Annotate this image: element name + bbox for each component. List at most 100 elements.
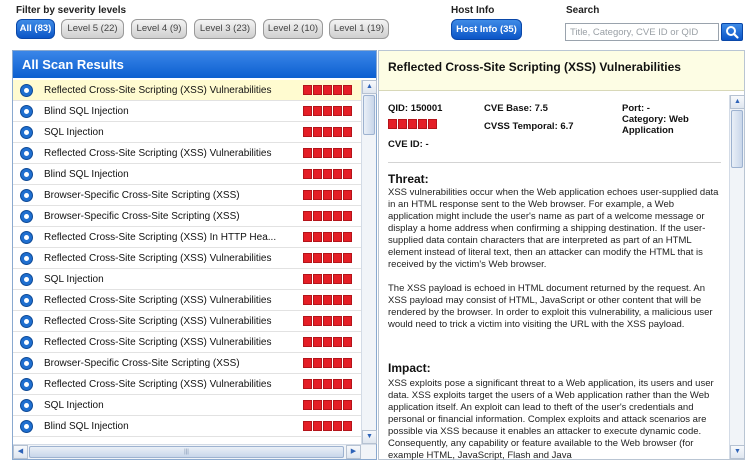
list-item-title: Browser-Specific Cross-Site Scripting (X…: [44, 211, 240, 222]
severity-indicator: [303, 85, 353, 95]
list-item[interactable]: Blind SQL Injection: [13, 164, 361, 185]
vulnerability-icon: [20, 315, 33, 328]
filter-level-4-button[interactable]: Level 4 (9): [131, 19, 187, 39]
list-item[interactable]: SQL Injection: [13, 122, 361, 143]
detail-divider: [388, 162, 721, 163]
threat-heading: Threat:: [388, 172, 429, 186]
list-item[interactable]: Reflected Cross-Site Scripting (XSS) Vul…: [13, 311, 361, 332]
detail-content: QID: 150001 CVE ID: - CVE Base: 7.5 CVSS…: [379, 95, 729, 461]
severity-box: [333, 400, 342, 410]
severity-box: [303, 400, 312, 410]
severity-box: [313, 127, 322, 137]
cve-base-value: CVE Base: 7.5: [484, 103, 548, 114]
severity-box: [313, 169, 322, 179]
filter-all-button[interactable]: All (83): [16, 19, 55, 39]
list-item[interactable]: Browser-Specific Cross-Site Scripting (X…: [13, 353, 361, 374]
severity-box: [303, 85, 312, 95]
search-button[interactable]: [721, 23, 743, 41]
severity-box: [333, 232, 342, 242]
vulnerability-icon: [20, 126, 33, 139]
severity-box: [333, 169, 342, 179]
list-item[interactable]: Reflected Cross-Site Scripting (XSS) Vul…: [13, 290, 361, 311]
list-item[interactable]: Blind SQL Injection: [13, 416, 361, 437]
severity-box: [333, 295, 342, 305]
filter-level-2-button[interactable]: Level 2 (10): [263, 19, 323, 39]
host-info-button[interactable]: Host Info (35): [451, 19, 522, 40]
detail-scroll-thumb[interactable]: [731, 110, 743, 168]
severity-indicator: [303, 295, 353, 305]
list-item[interactable]: Browser-Specific Cross-Site Scripting (X…: [13, 206, 361, 227]
category-value: Category: Web Application: [622, 114, 689, 136]
vulnerability-detail-panel: Reflected Cross-Site Scripting (XSS) Vul…: [378, 50, 745, 461]
severity-box: [333, 106, 342, 116]
severity-indicator: [303, 421, 353, 431]
severity-box: [333, 358, 342, 368]
severity-box: [333, 337, 342, 347]
scroll-down-icon[interactable]: ▼: [730, 445, 745, 459]
severity-box: [323, 274, 332, 284]
severity-box: [303, 253, 312, 263]
list-item[interactable]: Reflected Cross-Site Scripting (XSS) Vul…: [13, 374, 361, 395]
impact-paragraph-1: XSS exploits pose a significant threat t…: [388, 378, 714, 461]
severity-indicator: [303, 358, 353, 368]
results-scroll-thumb[interactable]: [363, 95, 375, 135]
scroll-right-icon[interactable]: ▶: [346, 445, 361, 459]
severity-box: [313, 316, 322, 326]
severity-indicator: [303, 106, 353, 116]
list-item[interactable]: Reflected Cross-Site Scripting (XSS) Vul…: [13, 143, 361, 164]
host-info-label: Host Info: [451, 5, 495, 16]
severity-box: [313, 211, 322, 221]
vulnerability-icon: [20, 357, 33, 370]
severity-box: [333, 148, 342, 158]
scroll-down-icon[interactable]: ▼: [362, 430, 377, 444]
severity-box: [313, 400, 322, 410]
top-toolbar: Filter by severity levels All (83) Level…: [0, 0, 756, 44]
severity-box: [303, 421, 312, 431]
scroll-up-icon[interactable]: ▲: [730, 95, 745, 109]
severity-box: [343, 295, 352, 305]
vulnerability-icon: [20, 210, 33, 223]
severity-box: [398, 119, 407, 129]
severity-box: [313, 232, 322, 242]
list-item[interactable]: Reflected Cross-Site Scripting (XSS) Vul…: [13, 332, 361, 353]
severity-box: [333, 190, 342, 200]
severity-box: [343, 274, 352, 284]
results-vertical-scrollbar[interactable]: ▲ ▼: [361, 80, 377, 444]
results-hscroll-thumb[interactable]: |||: [29, 446, 344, 458]
search-icon: [726, 26, 739, 39]
scroll-left-icon[interactable]: ◀: [13, 445, 28, 459]
severity-box: [323, 85, 332, 95]
list-item[interactable]: SQL Injection: [13, 395, 361, 416]
list-item[interactable]: Reflected Cross-Site Scripting (XSS) Vul…: [13, 80, 361, 101]
list-item[interactable]: Blind SQL Injection: [13, 101, 361, 122]
severity-box: [323, 232, 332, 242]
list-item[interactable]: Browser-Specific Cross-Site Scripting (X…: [13, 185, 361, 206]
list-item[interactable]: Reflected Cross-Site Scripting (XSS) In …: [13, 227, 361, 248]
severity-box: [343, 169, 352, 179]
severity-box: [333, 85, 342, 95]
severity-indicator: [303, 400, 353, 410]
search-input[interactable]: [565, 23, 719, 41]
severity-indicator: [303, 127, 353, 137]
detail-vertical-scrollbar[interactable]: ▲ ▼: [729, 95, 745, 459]
list-item-title: Reflected Cross-Site Scripting (XSS) Vul…: [44, 316, 272, 327]
filter-level-5-button[interactable]: Level 5 (22): [61, 19, 124, 39]
severity-box: [343, 337, 352, 347]
severity-box: [343, 85, 352, 95]
severity-box: [323, 379, 332, 389]
scroll-up-icon[interactable]: ▲: [362, 80, 377, 94]
list-item[interactable]: Reflected Cross-Site Scripting (XSS) Vul…: [13, 248, 361, 269]
results-horizontal-scrollbar[interactable]: ◀ ||| ▶: [13, 444, 376, 459]
filter-level-1-button[interactable]: Level 1 (19): [329, 19, 389, 39]
scan-results-panel: All Scan Results Reflected Cross-Site Sc…: [12, 50, 377, 460]
severity-box: [313, 106, 322, 116]
list-item-title: Blind SQL Injection: [44, 421, 129, 432]
severity-box: [313, 421, 322, 431]
severity-box: [313, 190, 322, 200]
severity-box: [418, 119, 427, 129]
severity-box: [333, 379, 342, 389]
list-item-title: Reflected Cross-Site Scripting (XSS) Vul…: [44, 295, 272, 306]
severity-box: [323, 358, 332, 368]
list-item[interactable]: SQL Injection: [13, 269, 361, 290]
filter-level-3-button[interactable]: Level 3 (23): [194, 19, 256, 39]
